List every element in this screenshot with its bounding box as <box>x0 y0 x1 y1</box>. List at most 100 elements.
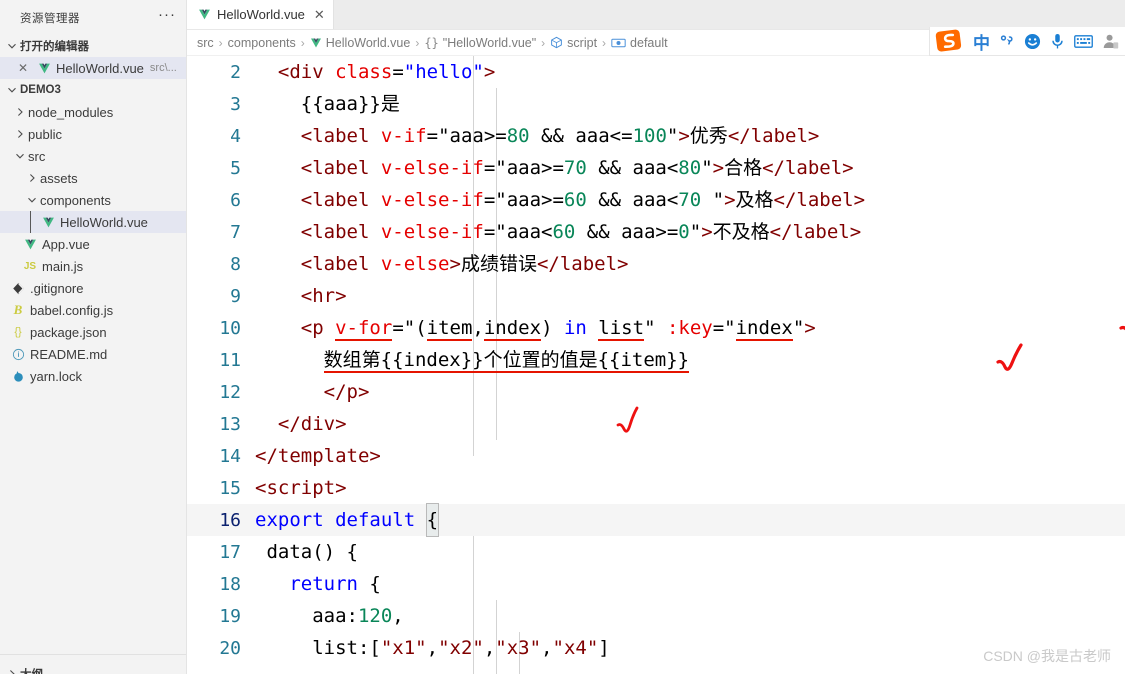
breadcrumb-item-helloworld-vue[interactable]: HelloWorld.vue <box>310 36 410 50</box>
code-line[interactable]: 11 数组第{{index}}个位置的值是{{item}} <box>187 344 1125 376</box>
line-number: 3 <box>230 93 241 115</box>
chevron-down-icon <box>12 151 28 161</box>
line-number: 10 <box>219 317 241 339</box>
code-text: <p v-for="(item,index) in list" :key="in… <box>300 317 816 341</box>
code-viewport[interactable]: 2 <div class="hello"> 3 {{aaa}}是 4 <labe… <box>187 56 1125 674</box>
tree-item-label: yarn.lock <box>30 368 83 384</box>
explorer-sidebar: 资源管理器 ··· 打开的编辑器 ✕ HelloWorld.vue src\..… <box>0 0 187 674</box>
code-text: </template> <box>255 445 381 467</box>
line-number: 4 <box>230 125 241 147</box>
sogou-ime-toolbar[interactable]: 中 <box>929 27 1125 56</box>
tree-item-label: public <box>28 126 62 142</box>
chevron-down-icon <box>4 85 20 95</box>
tab-label: HelloWorld.vue <box>217 7 305 22</box>
code-text: </div> <box>277 413 347 435</box>
tree-item-babel-config[interactable]: B babel.config.js <box>0 299 186 321</box>
code-line[interactable]: 9 <hr> <box>187 280 1125 312</box>
code-text: aaa:120, <box>255 605 404 627</box>
tree-item-yarn-lock[interactable]: yarn.lock <box>0 365 186 387</box>
code-line[interactable]: 15 <script> <box>187 472 1125 504</box>
tree-item-label: package.json <box>30 324 107 340</box>
chevron-down-icon <box>24 195 40 205</box>
explorer-title-bar: 资源管理器 ··· <box>0 0 186 35</box>
breadcrumb-separator: › <box>415 35 420 50</box>
module-icon <box>550 36 563 49</box>
export-icon <box>611 37 626 49</box>
code-text: return { <box>289 573 381 595</box>
line-number: 7 <box>230 221 241 243</box>
keyboard-icon[interactable] <box>1074 34 1093 49</box>
code-text: <script> <box>255 477 347 499</box>
line-number: 6 <box>230 189 241 211</box>
open-editor-item-helloworld[interactable]: ✕ HelloWorld.vue src\... <box>0 57 186 79</box>
tree-item-src[interactable]: src <box>0 145 186 167</box>
code-line[interactable]: 10 <p v-for="(item,index) in list" :key=… <box>187 312 1125 344</box>
tree-item-public[interactable]: public <box>0 123 186 145</box>
code-line[interactable]: 2 <div class="hello"> <box>187 56 1125 88</box>
project-root-label: DEMO3 <box>20 84 61 96</box>
microphone-icon[interactable] <box>1050 33 1065 50</box>
section-outline[interactable]: 大纲 <box>0 654 186 674</box>
code-line[interactable]: 14 </template> <box>187 440 1125 472</box>
code-text: <label v-if="aaa>=80 && aaa<=100">优秀</la… <box>300 125 820 147</box>
chevron-right-icon <box>12 129 28 139</box>
code-line[interactable]: 3 {{aaa}}是 <box>187 88 1125 120</box>
code-line[interactable]: 5 <label v-else-if="aaa>=70 && aaa<80">合… <box>187 152 1125 184</box>
line-number: 12 <box>219 381 241 403</box>
code-line[interactable]: 17 data() { <box>187 536 1125 568</box>
line-number: 5 <box>230 157 241 179</box>
line-number: 17 <box>219 541 241 563</box>
tree-item-assets[interactable]: assets <box>0 167 186 189</box>
code-line[interactable]: 12 </p> <box>187 376 1125 408</box>
explorer-more-actions-icon[interactable]: ··· <box>158 7 176 25</box>
chevron-right-icon <box>24 173 40 183</box>
code-line[interactable]: 7 <label v-else-if="aaa<60 && aaa>=0">不及… <box>187 216 1125 248</box>
code-text: </p> <box>323 381 370 403</box>
tree-item-readme-md[interactable]: README.md <box>0 343 186 365</box>
code-text: <label v-else-if="aaa>=60 && aaa<70 ">及格… <box>300 189 866 211</box>
breadcrumb-item-default[interactable]: default <box>611 36 668 50</box>
close-icon[interactable]: ✕ <box>12 61 34 75</box>
tree-item-gitignore[interactable]: .gitignore <box>0 277 186 299</box>
editor-area: HelloWorld.vue ✕ src › components › Hell… <box>187 0 1125 674</box>
info-icon <box>8 348 28 361</box>
punctuation-icon[interactable] <box>999 33 1015 49</box>
breadcrumb-item-src[interactable]: src <box>197 36 214 50</box>
vue-icon <box>20 238 40 251</box>
tree-item-label: README.md <box>30 346 108 362</box>
close-icon[interactable]: ✕ <box>314 7 325 23</box>
open-editor-name: HelloWorld.vue <box>56 60 144 76</box>
tree-item-main-js[interactable]: JS main.js <box>0 255 186 277</box>
code-line[interactable]: 6 <label v-else-if="aaa>=60 && aaa<70 ">… <box>187 184 1125 216</box>
breadcrumb-item-module-object[interactable]: {} "HelloWorld.vue" <box>424 36 536 50</box>
csdn-watermark: CSDN @我是古老师 <box>983 648 1111 664</box>
line-number: 9 <box>230 285 241 307</box>
tree-item-label: App.vue <box>42 236 90 252</box>
code-line[interactable]: 4 <label v-if="aaa>=80 && aaa<=100">优秀</… <box>187 120 1125 152</box>
tab-helloworld-vue[interactable]: HelloWorld.vue ✕ <box>187 0 334 29</box>
tree-item-app-vue[interactable]: App.vue <box>0 233 186 255</box>
tree-item-helloworld-vue[interactable]: HelloWorld.vue <box>0 211 186 233</box>
section-project-demo3[interactable]: DEMO3 <box>0 79 186 101</box>
code-line-active[interactable]: 16 export default { <box>187 503 1125 537</box>
code-line[interactable]: 8 <label v-else>成绩错误</label> <box>187 248 1125 280</box>
code-text: <label v-else-if="aaa>=70 && aaa<80">合格<… <box>300 157 854 179</box>
chinese-mode-icon[interactable]: 中 <box>973 29 990 54</box>
sogou-logo-icon[interactable] <box>934 28 964 55</box>
code-line[interactable]: 18 return { <box>187 568 1125 600</box>
user-icon[interactable] <box>1102 33 1119 49</box>
tree-item-components[interactable]: components <box>0 189 186 211</box>
code-line[interactable]: 13 </div> <box>187 408 1125 440</box>
code-line[interactable]: 19 aaa:120, <box>187 600 1125 632</box>
code-editor[interactable]: 2 <div class="hello"> 3 {{aaa}}是 4 <labe… <box>187 56 1125 674</box>
code-text: <div class="hello"> <box>277 61 496 83</box>
tree-item-package-json[interactable]: {} package.json <box>0 321 186 343</box>
tree-item-node-modules[interactable]: node_modules <box>0 101 186 123</box>
emoji-icon[interactable] <box>1024 33 1041 50</box>
breadcrumb-item-components[interactable]: components <box>228 36 296 50</box>
tab-bar: HelloWorld.vue ✕ <box>187 0 1125 30</box>
breadcrumb-item-script[interactable]: script <box>550 36 597 50</box>
section-open-editors[interactable]: 打开的编辑器 <box>0 35 186 57</box>
json-icon: {} <box>14 326 22 338</box>
breadcrumb-separator: › <box>602 35 607 50</box>
